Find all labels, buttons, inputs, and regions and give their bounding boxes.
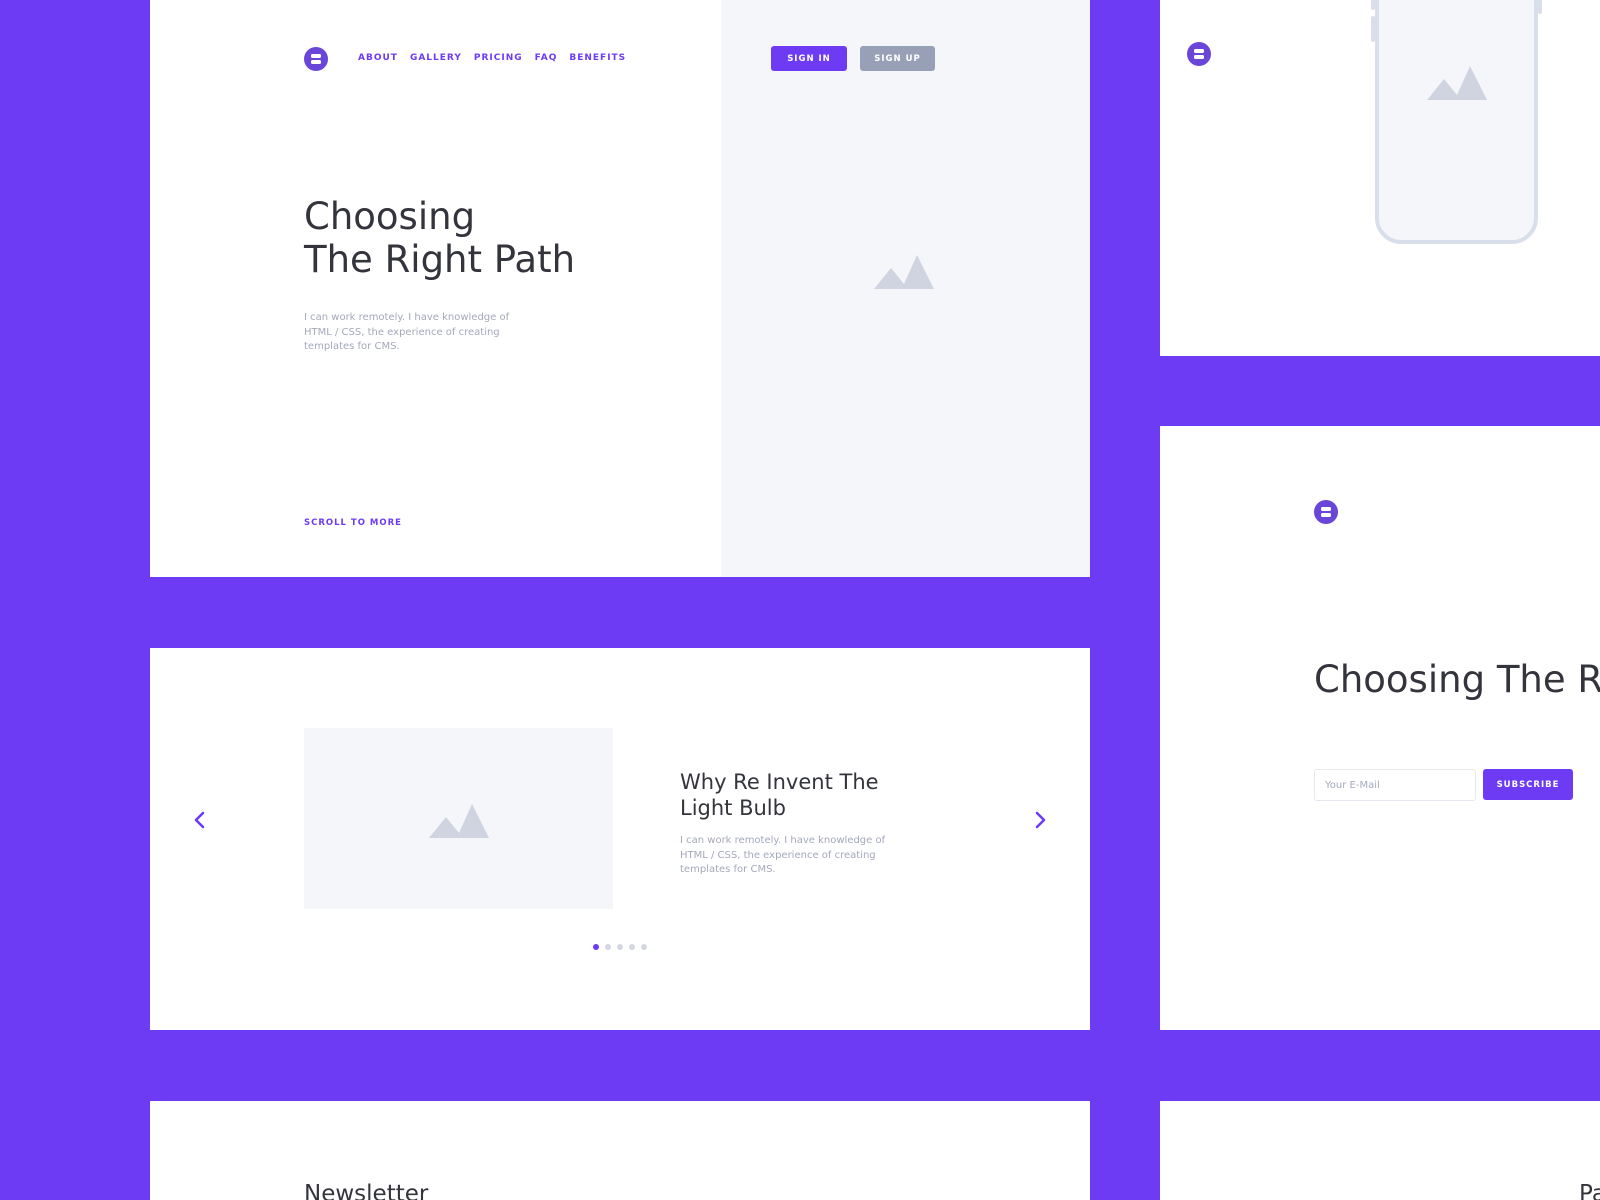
carousel-dot[interactable] <box>629 944 635 950</box>
hero-title: Choosing The Right Path <box>304 195 576 282</box>
carousel-dot[interactable] <box>617 944 623 950</box>
scroll-to-more-link[interactable]: SCROLL TO MORE <box>304 518 402 528</box>
nav-about[interactable]: ABOUT <box>358 53 398 63</box>
mobile-preview-section <box>1160 0 1600 356</box>
sign-up-button[interactable]: SIGN UP <box>860 46 935 71</box>
carousel-dot[interactable] <box>641 944 647 950</box>
logo-icon[interactable] <box>304 47 328 71</box>
sign-in-button[interactable]: SIGN IN <box>771 46 847 71</box>
peek-title: Pa <box>1579 1181 1600 1200</box>
logo-icon[interactable] <box>1314 500 1338 524</box>
carousel-dot[interactable] <box>605 944 611 950</box>
nav-benefits[interactable]: BENEFITS <box>569 53 626 63</box>
slide-description: I can work remotely. I have knowledge of… <box>680 835 886 875</box>
logo-icon[interactable] <box>1187 42 1211 66</box>
subscribe-section: Choosing The Right Path SUBSCRIBE <box>1160 426 1600 1030</box>
hero-image-placeholder <box>721 0 1090 577</box>
slide-image-placeholder <box>304 728 613 909</box>
subscribe-button[interactable]: SUBSCRIBE <box>1483 769 1573 800</box>
main-nav: ABOUT GALLERY PRICING FAQ BENEFITS <box>358 53 626 63</box>
chevron-left-icon[interactable] <box>188 808 212 832</box>
carousel-dots <box>593 944 647 950</box>
carousel-dot[interactable] <box>593 944 599 950</box>
slide-title: Why Re Invent The Light Bulb <box>680 770 879 820</box>
carousel-section: Why Re Invent The Light Bulb I can work … <box>150 648 1090 1030</box>
hero-section: ABOUT GALLERY PRICING FAQ BENEFITS SIGN … <box>150 0 1090 577</box>
nav-pricing[interactable]: PRICING <box>474 53 523 63</box>
nav-gallery[interactable]: GALLERY <box>410 53 462 63</box>
peek-section: Pa <box>1160 1101 1600 1200</box>
email-field[interactable] <box>1314 769 1476 801</box>
newsletter-section: Newsletter <box>150 1101 1090 1200</box>
chevron-right-icon[interactable] <box>1028 808 1052 832</box>
mountain-image-icon <box>429 804 489 838</box>
subscribe-title: Choosing The Right Path <box>1314 658 1600 701</box>
phone-mockup <box>1371 0 1542 244</box>
hero-description: I can work remotely. I have knowledge of… <box>304 312 510 352</box>
nav-faq[interactable]: FAQ <box>535 53 558 63</box>
mountain-image-icon <box>874 255 934 289</box>
mountain-image-icon <box>1427 66 1487 100</box>
newsletter-title: Newsletter <box>304 1181 429 1200</box>
